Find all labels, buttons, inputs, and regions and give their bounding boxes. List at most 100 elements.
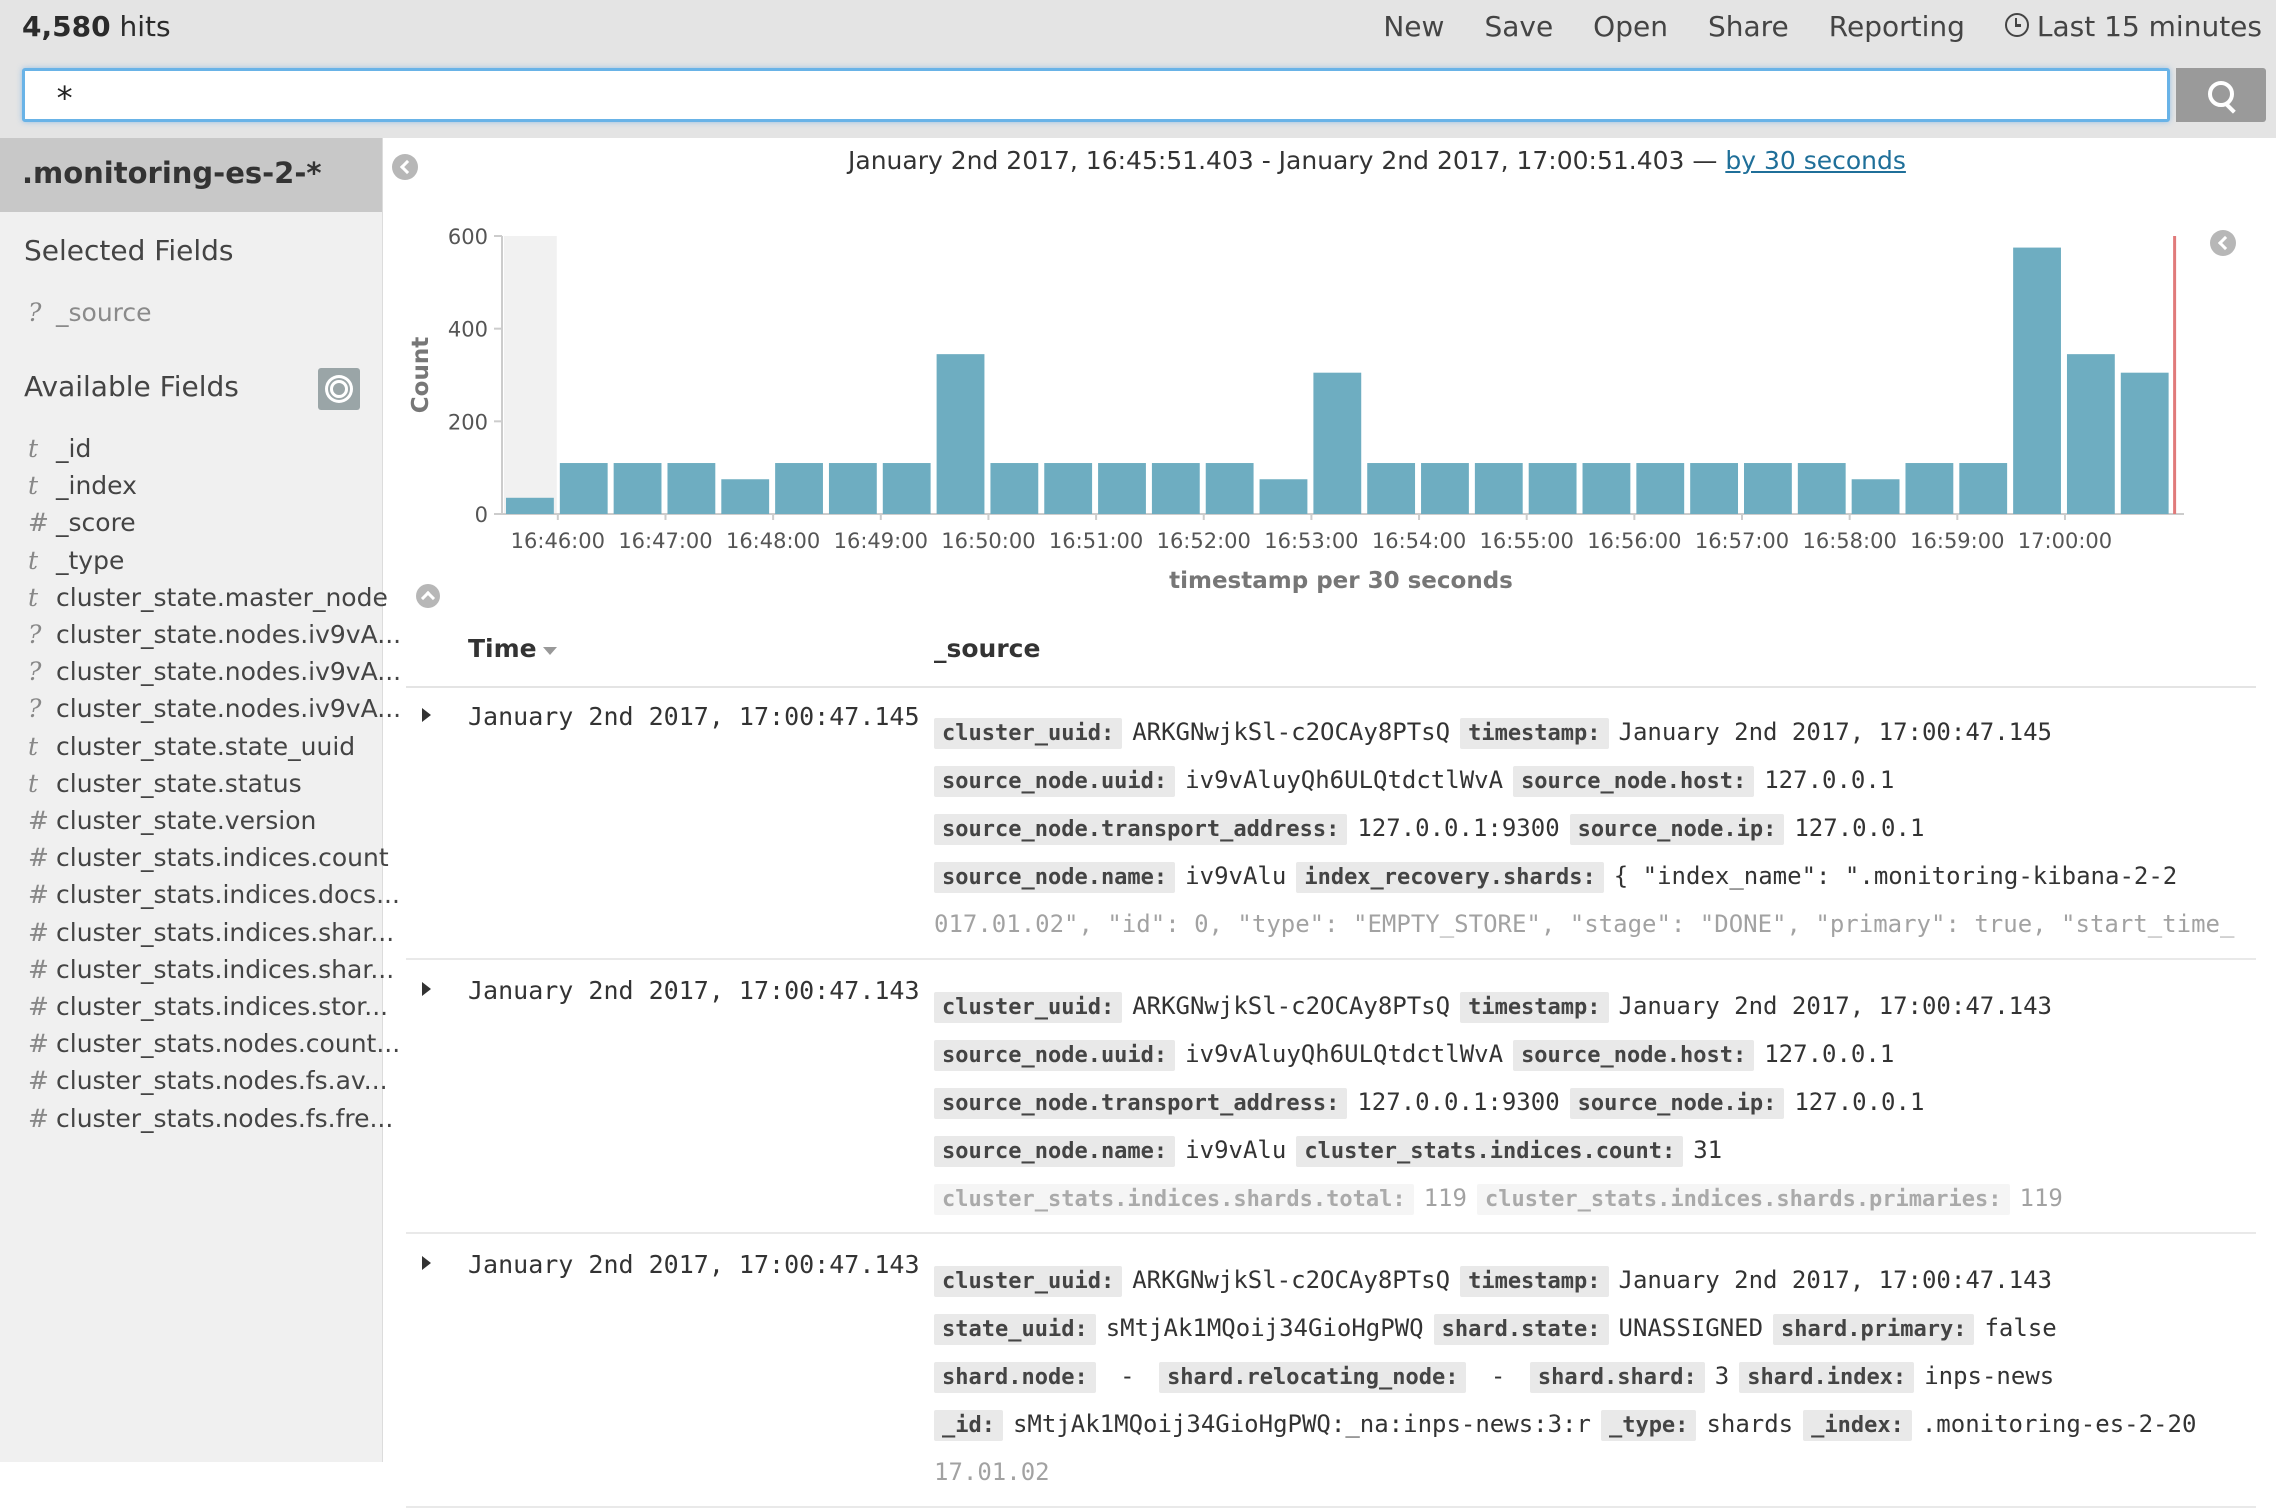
available-field-item[interactable]: # _score	[0, 508, 382, 548]
x-tick-label: 16:59:00	[1910, 529, 2004, 553]
x-tick-label: 16:48:00	[726, 529, 820, 553]
x-tick-label: 16:57:00	[1695, 529, 1789, 553]
available-field-item[interactable]: t _id	[0, 434, 382, 474]
open-button[interactable]: Open	[1593, 10, 1668, 43]
available-field-item[interactable]: t cluster_state.status	[0, 769, 382, 809]
source-line: source_node.transport_address: 127.0.0.1:…	[934, 1078, 2250, 1126]
gear-icon[interactable]	[318, 368, 360, 410]
x-tick-label: 16:51:00	[1049, 529, 1143, 553]
available-field-item[interactable]: # cluster_stats.indices.docs...	[0, 880, 400, 920]
source-key: shard.state:	[1433, 1314, 1609, 1345]
x-tick-label: 16:58:00	[1802, 529, 1896, 553]
available-field-item[interactable]: t cluster_state.master_node	[0, 583, 388, 623]
field-name: cluster_state.nodes.iv9vA...	[56, 620, 402, 649]
field-name: cluster_state.state_uuid	[56, 731, 356, 761]
available-field-item[interactable]: ? cluster_state.nodes.iv9vA...	[0, 694, 401, 734]
search-input[interactable]: *	[22, 68, 2170, 122]
source-line: cluster_uuid: ARKGNwjkSl-c2OCAy8PTsQ times…	[934, 708, 2250, 756]
available-field-item[interactable]: ? cluster_state.nodes.iv9vA...	[0, 620, 401, 660]
source-line-truncated: 17.01.02	[934, 1448, 2250, 1496]
source-value: iv9vAlu	[1185, 1136, 1287, 1164]
source-value: 127.0.0.1:9300	[1357, 814, 1560, 842]
source-field: source_node.uuid: iv9vAluyQh6ULQtdctlWvA	[934, 1040, 1513, 1071]
selected-fields-heading: Selected Fields	[24, 234, 234, 267]
histogram-bar	[721, 479, 770, 514]
field-name: _score	[56, 508, 136, 538]
source-key: shard.node:	[934, 1362, 1096, 1393]
available-field-item[interactable]: # cluster_state.version	[0, 806, 382, 846]
expand-row-icon[interactable]	[422, 982, 431, 996]
table-row[interactable]: January 2nd 2017, 17:00:47.143 cluster_uu…	[406, 962, 2256, 1234]
expand-row-icon[interactable]	[422, 708, 431, 722]
collapse-chart-right-icon[interactable]	[2210, 230, 2236, 256]
field-type-icon: #	[28, 992, 49, 1021]
field-type-icon: #	[28, 880, 49, 910]
histogram-bar	[2066, 354, 2115, 514]
available-field-item[interactable]: t _index	[0, 471, 382, 511]
table-row[interactable]: January 2nd 2017, 17:00:47.143 cluster_uu…	[406, 1236, 2256, 1508]
time-range-text: January 2nd 2017, 16:45:51.403 - January…	[848, 146, 1718, 175]
available-field-item[interactable]: # cluster_stats.indices.shar...	[0, 955, 394, 995]
source-field: source_node.ip: 127.0.0.1	[1569, 814, 1935, 845]
source-value: ARKGNwjkSl-c2OCAy8PTsQ	[1132, 992, 1451, 1020]
histogram-bar	[1098, 463, 1146, 514]
selected-field-item[interactable]: ? _source	[0, 298, 382, 338]
field-type-icon: t	[28, 731, 39, 761]
source-key: cluster_stats.indices.shards.primaries:	[1476, 1184, 2010, 1215]
histogram-bar	[828, 463, 877, 514]
field-name: cluster_state.master_node	[56, 582, 388, 612]
available-field-item[interactable]: # cluster_stats.nodes.fs.av...	[0, 1066, 388, 1106]
source-key: source_node.uuid:	[934, 1040, 1176, 1071]
available-field-item[interactable]: t _type	[0, 546, 382, 586]
index-pattern-header[interactable]: .monitoring-es-2-*	[0, 138, 382, 212]
table-row[interactable]: January 2nd 2017, 17:00:47.145 cluster_uu…	[406, 688, 2256, 960]
histogram-bar	[1636, 463, 1685, 514]
histogram-bar	[1367, 463, 1416, 514]
x-tick-label: 16:47:00	[618, 529, 712, 553]
y-tick-label: 0	[475, 503, 488, 527]
field-name: cluster_stats.indices.shar...	[56, 954, 395, 984]
source-overflow-text: 017.01.02", "id": 0, "type": "EMPTY_STOR…	[934, 910, 2235, 938]
hits-count: 4,580	[22, 10, 111, 43]
new-button[interactable]: New	[1383, 10, 1444, 43]
time-range-header: January 2nd 2017, 16:45:51.403 - January…	[848, 146, 1906, 175]
reporting-button[interactable]: Reporting	[1829, 10, 1965, 43]
histogram-bar	[1528, 463, 1577, 514]
available-field-item[interactable]: # cluster_stats.indices.shar...	[0, 918, 394, 958]
available-field-item[interactable]: # cluster_stats.indices.count	[0, 843, 389, 883]
search-button[interactable]	[2176, 68, 2266, 122]
available-field-item[interactable]: # cluster_stats.nodes.count...	[0, 1029, 400, 1069]
source-field: cluster_stats.indices.shards.total: 119	[934, 1184, 1477, 1215]
time-column-header[interactable]: Time	[468, 634, 557, 663]
source-value: 119	[1423, 1184, 1467, 1212]
field-type-icon: #	[28, 1066, 49, 1096]
source-value: 127.0.0.1:9300	[1357, 1088, 1560, 1116]
available-field-item[interactable]: # cluster_stats.nodes.fs.fre...	[0, 1103, 393, 1144]
histogram-bar	[1205, 463, 1254, 514]
source-key: source_node.uuid:	[934, 766, 1176, 797]
time-picker-button[interactable]: Last 15 minutes	[2004, 10, 2262, 43]
source-field: shard.state: UNASSIGNED	[1433, 1314, 1773, 1345]
available-fields-heading: Available Fields	[24, 370, 239, 403]
collapse-sidebar-icon[interactable]	[392, 154, 418, 180]
sort-caret-icon[interactable]	[542, 647, 557, 655]
collapse-chart-up-icon[interactable]	[416, 584, 440, 608]
histogram-bar	[882, 463, 931, 514]
source-key: cluster_uuid:	[934, 718, 1123, 749]
share-button[interactable]: Share	[1708, 10, 1789, 43]
source-key: timestamp:	[1460, 718, 1609, 749]
source-value: inps-news	[1924, 1362, 2055, 1390]
y-tick-label: 400	[448, 318, 488, 342]
available-field-item[interactable]: ? cluster_state.nodes.iv9vA...	[0, 657, 401, 697]
field-name: cluster_stats.indices.count	[56, 843, 389, 873]
field-type-icon: #	[28, 1103, 49, 1133]
available-field-item[interactable]: t cluster_state.state_uuid	[0, 732, 382, 772]
time-picker-label: Last 15 minutes	[2036, 10, 2262, 43]
source-key: _type:	[1600, 1410, 1697, 1441]
source-overflow-text: 17.01.02	[934, 1458, 1050, 1486]
available-field-item[interactable]: # cluster_stats.indices.stor...	[0, 992, 388, 1032]
save-button[interactable]: Save	[1484, 10, 1553, 43]
source-value: iv9vAluyQh6ULQtdctlWvA	[1185, 1040, 1504, 1068]
interval-link[interactable]: by 30 seconds	[1725, 146, 1906, 175]
expand-row-icon[interactable]	[422, 1256, 431, 1270]
